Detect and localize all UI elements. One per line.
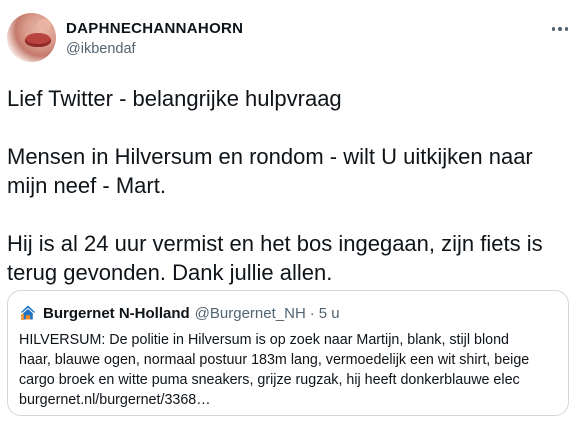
more-horizontal-icon[interactable] bbox=[548, 20, 572, 38]
quoted-body-line: haar, blauwe ogen, normaal postuur 183m … bbox=[19, 352, 530, 368]
quoted-tweet-card[interactable]: Burgernet N-Holland @Burgernet_NH · 5 u … bbox=[7, 290, 569, 416]
avatar-nose bbox=[37, 19, 51, 31]
quoted-body-line: HILVERSUM: De politie in Hilversum is op… bbox=[19, 332, 509, 348]
author-handle[interactable]: @ikbendaf bbox=[66, 41, 136, 57]
tweet-text-line: Hij is al 24 uur vermist en het bos inge… bbox=[7, 231, 543, 256]
quoted-tweet-body: HILVERSUM: De politie in Hilversum is op… bbox=[19, 330, 559, 410]
author-avatar[interactable] bbox=[7, 13, 56, 62]
tweet-text-line: Mensen in Hilversum en rondom - wilt U u… bbox=[7, 144, 533, 169]
quoted-tweet-header: Burgernet N-Holland @Burgernet_NH · 5 u bbox=[19, 303, 340, 323]
tweet-header: DAPHNECHANNAHORN @ikbendaf bbox=[0, 0, 587, 80]
quoted-body-line: cargo broek en witte puma sneakers, grij… bbox=[19, 372, 520, 388]
separator-dot: · bbox=[309, 304, 315, 322]
tweet-text-line: Lief Twitter - belangrijke hulpvraag bbox=[7, 86, 342, 111]
tweet-text: Lief Twitter - belangrijke hulpvraag Men… bbox=[7, 84, 575, 287]
tweet-text-line: mijn neef - Mart. bbox=[7, 173, 166, 198]
burgernet-house-icon bbox=[20, 305, 36, 320]
quoted-display-name[interactable]: Burgernet N-Holland bbox=[43, 305, 190, 322]
quoted-timestamp[interactable]: 5 u bbox=[319, 305, 340, 322]
author-display-name[interactable]: DAPHNECHANNAHORN bbox=[66, 20, 243, 37]
tweet-text-line: terug gevonden. Dank jullie allen. bbox=[7, 260, 333, 285]
avatar-lips bbox=[25, 33, 51, 47]
quoted-body-link[interactable]: burgernet.nl/burgernet/3368… bbox=[19, 390, 559, 410]
quoted-handle[interactable]: @Burgernet_NH bbox=[195, 305, 306, 322]
